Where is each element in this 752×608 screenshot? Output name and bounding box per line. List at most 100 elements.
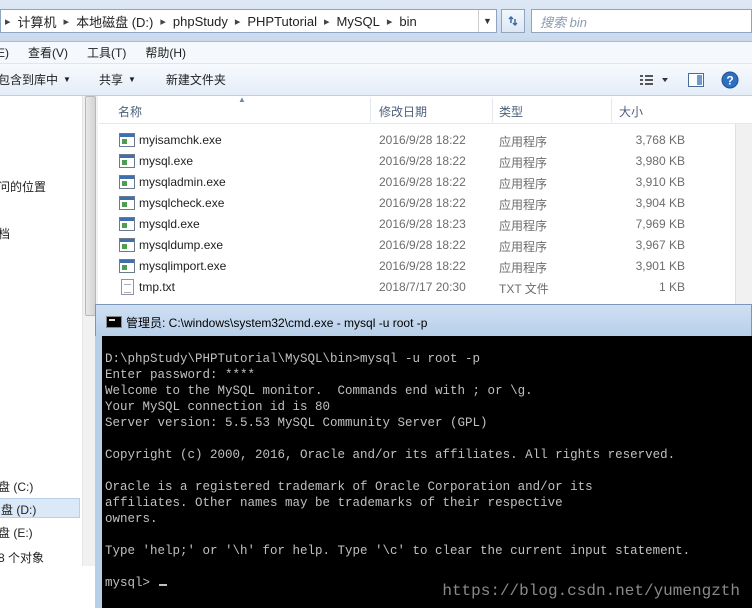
- preview-pane-button[interactable]: [684, 70, 708, 90]
- exe-icon: [119, 217, 135, 231]
- text-file-icon: [121, 279, 134, 295]
- column-header-date[interactable]: 修改日期: [379, 103, 427, 120]
- navigation-pane: 问的位置 档 盘 (C:) 盘 (D:) 盘 (E:) 8 个对象: [0, 96, 98, 608]
- view-options-button[interactable]: [634, 70, 674, 90]
- console-line: Oracle is a registered trademark of Orac…: [105, 480, 593, 494]
- exe-icon: [119, 259, 135, 273]
- console-icon: [106, 316, 122, 328]
- console-line: D:\phpStudy\PHPTutorial\MySQL\bin>mysql …: [105, 352, 481, 366]
- help-icon: ?: [721, 71, 739, 89]
- nav-scrollbar-thumb[interactable]: [85, 96, 96, 316]
- nav-item-drive-d[interactable]: 盘 (D:): [0, 498, 80, 518]
- refresh-button[interactable]: [501, 9, 525, 33]
- file-size: 3,768 KB: [635, 133, 685, 147]
- file-name: myisamchk.exe: [139, 133, 222, 147]
- chevron-right-icon[interactable]: ▸: [231, 15, 245, 28]
- file-list-scrollbar[interactable]: [735, 124, 752, 310]
- file-date: 2018/7/17 20:30: [379, 280, 466, 294]
- address-bar-area: ▸ 计算机 ▸ 本地磁盘 (D:) ▸ phpStudy ▸ PHPTutori…: [0, 0, 752, 42]
- menu-view[interactable]: 查看(V): [28, 44, 68, 61]
- file-date: 2016/9/28 18:22: [379, 196, 466, 210]
- column-header-size[interactable]: 大小: [619, 103, 643, 120]
- file-row[interactable]: myisamchk.exe 2016/9/28 18:22 应用程序 3,768…: [99, 130, 752, 151]
- file-size: 3,901 KB: [635, 259, 685, 273]
- file-row[interactable]: mysqlimport.exe 2016/9/28 18:22 应用程序 3,9…: [99, 256, 752, 277]
- file-size: 3,980 KB: [635, 154, 685, 168]
- include-library-button[interactable]: 包含到库中 ▼: [0, 71, 71, 88]
- share-button[interactable]: 共享 ▼: [99, 71, 136, 88]
- nav-item-documents[interactable]: 档: [0, 225, 10, 242]
- exe-icon: [119, 154, 135, 168]
- list-view-icon: [640, 75, 668, 85]
- file-date: 2016/9/28 18:22: [379, 238, 466, 252]
- chevron-down-icon[interactable]: ▼: [478, 10, 496, 32]
- column-header-type[interactable]: 类型: [499, 103, 523, 120]
- cmd-title-bar[interactable]: 管理员: C:\windows\system32\cmd.exe - mysql…: [95, 304, 752, 336]
- console-area[interactable]: D:\phpStudy\PHPTutorial\MySQL\bin>mysql …: [95, 336, 752, 608]
- file-size: 3,910 KB: [635, 175, 685, 189]
- nav-item-drive-e[interactable]: 盘 (E:): [0, 524, 33, 541]
- breadcrumb-bin[interactable]: bin: [396, 14, 419, 29]
- console-output: D:\phpStudy\PHPTutorial\MySQL\bin>mysql …: [105, 351, 745, 591]
- column-divider[interactable]: [492, 98, 493, 122]
- console-prompt[interactable]: mysql>: [105, 576, 158, 590]
- file-name: mysqlimport.exe: [139, 259, 227, 273]
- column-divider[interactable]: [611, 98, 612, 122]
- file-row[interactable]: mysqldump.exe 2016/9/28 18:22 应用程序 3,967…: [99, 235, 752, 256]
- preview-pane-icon: [688, 73, 704, 87]
- console-line: Type 'help;' or '\h' for help. Type '\c'…: [105, 544, 691, 558]
- file-row[interactable]: mysqlcheck.exe 2016/9/28 18:22 应用程序 3,90…: [99, 193, 752, 214]
- nav-item-drive-c[interactable]: 盘 (C:): [0, 478, 33, 495]
- file-name: mysqlcheck.exe: [139, 196, 225, 210]
- file-size: 3,904 KB: [635, 196, 685, 210]
- search-input[interactable]: 搜索 bin: [531, 9, 752, 33]
- menu-help[interactable]: 帮助(H): [145, 44, 186, 61]
- console-line: Enter password: ****: [105, 368, 256, 382]
- help-button[interactable]: ?: [718, 70, 742, 90]
- menu-tools[interactable]: 工具(T): [87, 44, 126, 61]
- file-row[interactable]: mysqladmin.exe 2016/9/28 18:22 应用程序 3,91…: [99, 172, 752, 193]
- console-line: Your MySQL connection id is 80: [105, 400, 331, 414]
- file-date: 2016/9/28 18:22: [379, 175, 466, 189]
- refresh-icon: [508, 15, 518, 27]
- breadcrumb-phptutorial[interactable]: PHPTutorial: [244, 14, 320, 29]
- breadcrumb-mysql[interactable]: MySQL: [334, 14, 383, 29]
- console-line: Copyright (c) 2000, 2016, Oracle and/or …: [105, 448, 676, 462]
- nav-item-recent-places[interactable]: 问的位置: [0, 178, 46, 195]
- exe-icon: [119, 238, 135, 252]
- column-header-name[interactable]: 名称: [118, 103, 142, 120]
- file-row[interactable]: mysql.exe 2016/9/28 18:22 应用程序 3,980 KB: [99, 151, 752, 172]
- column-divider[interactable]: [370, 98, 371, 122]
- chevron-right-icon[interactable]: ▸: [156, 15, 170, 28]
- file-name: tmp.txt: [139, 280, 176, 294]
- chevron-right-icon[interactable]: ▸: [320, 15, 334, 28]
- column-header-row: ▲ 名称 修改日期 类型 大小: [99, 95, 752, 124]
- file-size: 1 KB: [658, 280, 685, 294]
- file-name: mysqladmin.exe: [139, 175, 226, 189]
- chevron-down-icon: ▼: [127, 75, 136, 84]
- cmd-window[interactable]: 管理员: C:\windows\system32\cmd.exe - mysql…: [95, 304, 752, 608]
- file-type: TXT 文件: [499, 282, 549, 296]
- file-type: 应用程序: [499, 219, 548, 233]
- new-folder-button[interactable]: 新建文件夹: [166, 71, 226, 88]
- file-type: 应用程序: [499, 198, 548, 212]
- toolbar-right: ?: [634, 64, 752, 96]
- chevron-right-icon[interactable]: ▸: [383, 15, 397, 28]
- file-date: 2016/9/28 18:22: [379, 154, 466, 168]
- menu-edit[interactable]: E): [0, 46, 9, 60]
- console-line: Welcome to the MySQL monitor. Commands e…: [105, 384, 533, 398]
- breadcrumb-drive[interactable]: 本地磁盘 (D:): [73, 12, 156, 31]
- chevron-right-icon[interactable]: ▸: [60, 15, 74, 28]
- address-bar[interactable]: ▸ 计算机 ▸ 本地磁盘 (D:) ▸ phpStudy ▸ PHPTutori…: [0, 9, 497, 33]
- command-bar: 包含到库中 ▼ 共享 ▼ 新建文件夹 ?: [0, 64, 752, 96]
- menu-bar: E) 查看(V) 工具(T) 帮助(H): [0, 42, 752, 64]
- file-name: mysqld.exe: [139, 217, 200, 231]
- breadcrumb-phpstudy[interactable]: phpStudy: [170, 14, 231, 29]
- file-date: 2016/9/28 18:22: [379, 133, 466, 147]
- file-row[interactable]: tmp.txt 2018/7/17 20:30 TXT 文件 1 KB: [99, 277, 752, 298]
- breadcrumb-computer[interactable]: 计算机: [15, 12, 60, 31]
- file-date: 2016/9/28 18:23: [379, 217, 466, 231]
- file-row[interactable]: mysqld.exe 2016/9/28 18:23 应用程序 7,969 KB: [99, 214, 752, 235]
- file-type: 应用程序: [499, 261, 548, 275]
- file-size: 3,967 KB: [635, 238, 685, 252]
